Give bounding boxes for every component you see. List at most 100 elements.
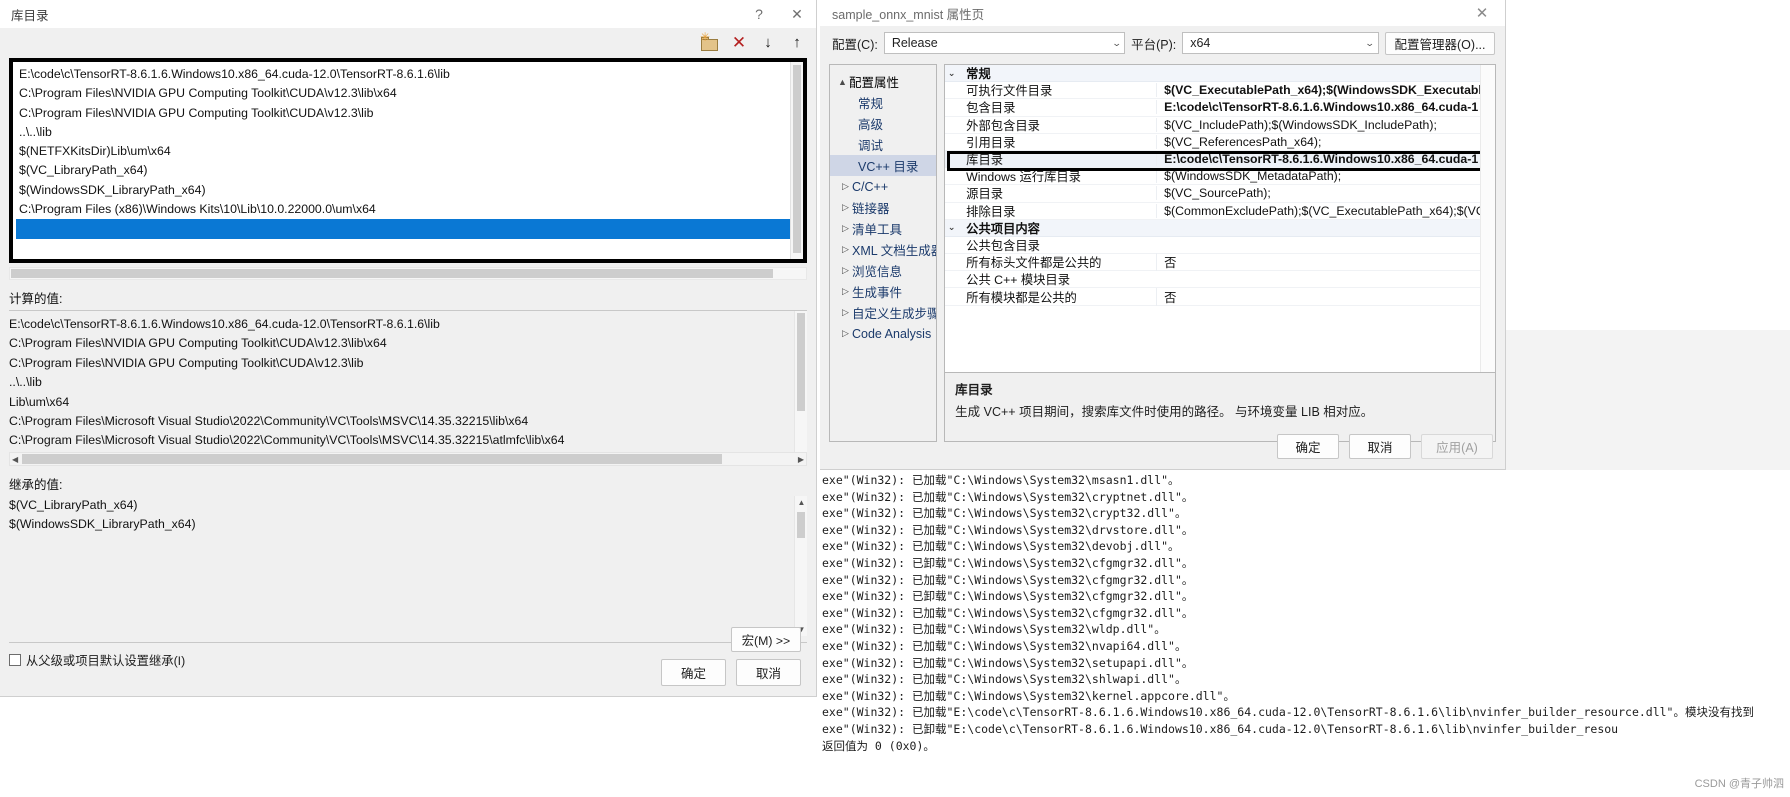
list-item[interactable]: C:\Program Files\NVIDIA GPU Computing To…	[16, 104, 803, 123]
list-item[interactable]: C:\Program Files\NVIDIA GPU Computing To…	[16, 84, 803, 103]
move-up-icon[interactable]: ↑	[787, 33, 807, 53]
tree-item-debugging[interactable]: 调试	[830, 134, 936, 155]
tree-item-advanced[interactable]: 高级	[830, 113, 936, 134]
console-line: exe"(Win32): 已加载"C:\Windows\System32\cry…	[822, 506, 1187, 521]
chevron-right-icon: ▷	[842, 223, 849, 233]
console-line: exe"(Win32): 已加载"C:\Windows\System32\wld…	[822, 622, 1166, 637]
tree-item-label: 生成事件	[852, 286, 903, 300]
debug-output-console[interactable]: exe"(Win32): 已加载"C:\Windows\System32\msa…	[820, 470, 1790, 797]
configuration-dropdown[interactable]: Release ⌄	[883, 32, 1126, 54]
tree-item-general[interactable]: 常规	[830, 92, 936, 113]
cancel-button[interactable]: 取消	[736, 659, 801, 686]
grid-row-public-include-directories[interactable]: 公共包含目录	[945, 237, 1495, 255]
grid-row-external-include-directories[interactable]: 外部包含目录 $(VC_IncludePath);$(WindowsSDK_In…	[945, 117, 1495, 134]
scrollbar-thumb[interactable]	[11, 269, 773, 278]
platform-dropdown[interactable]: x64 ⌄	[1182, 32, 1379, 54]
inherit-checkbox[interactable]	[9, 654, 21, 666]
tree-item-xml-doc-generator[interactable]: ▷ XML 文档生成器	[830, 239, 936, 260]
chevron-down-icon[interactable]: ⌄	[945, 222, 958, 233]
tree-item-configuration-properties[interactable]: ▲ 配置属性	[830, 71, 936, 92]
directories-listbox[interactable]: E:\code\c\TensorRT-8.6.1.6.Windows10.x86…	[9, 58, 807, 263]
grid-row-all-modules-public[interactable]: 所有模块都是公共的 否	[945, 287, 1495, 306]
grid-row-value: $(VC_ExecutablePath_x64);$(WindowsSDK_Ex…	[1156, 83, 1495, 98]
grid-row-reference-directories[interactable]: 引用目录 $(VC_ReferencesPath_x64);	[945, 134, 1495, 151]
computed-value-item: Lib\um\x64	[9, 394, 70, 409]
computed-horizontal-scrollbar[interactable]: ◀ ▶	[9, 452, 807, 466]
chevron-down-icon[interactable]: ⌄	[945, 68, 958, 79]
grid-row-name: 源目录	[966, 187, 1004, 202]
background-bottom-strip	[0, 697, 817, 797]
list-item[interactable]: $(VC_LibraryPath_x64)	[16, 161, 803, 180]
grid-row-source-directories[interactable]: 源目录 $(VC_SourcePath);	[945, 185, 1495, 203]
tree-item-vcpp-directories[interactable]: VC++ 目录	[830, 155, 937, 176]
grid-row-all-headers-public[interactable]: 所有标头文件都是公共的 否	[945, 253, 1495, 272]
grid-category-public-project-content[interactable]: ⌄ 公共项目内容	[945, 219, 1495, 237]
inherited-vertical-scrollbar[interactable]: ▲ ▼	[794, 496, 807, 636]
delete-icon[interactable]: ✕	[729, 33, 749, 53]
grid-row-include-directories[interactable]: 包含目录 E:\code\c\TensorRT-8.6.1.6.Windows1…	[945, 99, 1495, 117]
scroll-up-icon[interactable]: ▲	[797, 498, 806, 507]
new-folder-icon[interactable]: ✳	[700, 30, 720, 53]
close-icon[interactable]: ✕	[1467, 2, 1497, 24]
computed-values-list: E:\code\c\TensorRT-8.6.1.6.Windows10.x86…	[9, 311, 807, 452]
listbox-horizontal-scrollbar[interactable]	[9, 267, 807, 280]
grid-row-value: E:\code\c\TensorRT-8.6.1.6.Windows10.x86…	[1156, 100, 1495, 115]
tree-item-label: C/C++	[852, 179, 889, 194]
tree-item-label: 配置属性	[849, 76, 900, 90]
scrollbar-thumb[interactable]	[793, 65, 801, 253]
close-icon[interactable]: ✕	[778, 0, 816, 28]
ok-button[interactable]: 确定	[661, 659, 726, 686]
grid-row-windows-runtime-directories[interactable]: Windows 运行库目录 $(WindowsSDK_MetadataPath)…	[945, 168, 1495, 186]
background-strip-upper	[1500, 300, 1790, 330]
move-down-icon[interactable]: ↓	[758, 33, 778, 53]
cancel-button[interactable]: 取消	[1349, 434, 1411, 459]
property-grid[interactable]: ⌄ 常规 可执行文件目录 $(VC_ExecutablePath_x64);$(…	[944, 64, 1496, 373]
list-item-selected-empty[interactable]	[16, 219, 803, 239]
macros-button[interactable]: 宏(M) >>	[731, 627, 801, 652]
console-line: exe"(Win32): 已加载"C:\Windows\System32\msa…	[822, 473, 1180, 487]
grid-row-executable-directories[interactable]: 可执行文件目录 $(VC_ExecutablePath_x64);$(Windo…	[945, 82, 1495, 100]
tree-item-label: 链接器	[852, 202, 890, 216]
list-item[interactable]: $(NETFXKitsDir)Lib\um\x64	[16, 142, 803, 161]
scroll-right-icon[interactable]: ▶	[798, 455, 804, 464]
scroll-left-icon[interactable]: ◀	[12, 455, 18, 464]
platform-value: x64	[1190, 36, 1211, 50]
tree-item-manifest-tool[interactable]: ▷ 清单工具	[830, 218, 936, 239]
list-item[interactable]: $(WindowsSDK_LibraryPath_x64)	[16, 181, 803, 200]
tree-item-linker[interactable]: ▷ 链接器	[830, 197, 936, 218]
ok-button[interactable]: 确定	[1277, 434, 1339, 459]
apply-button[interactable]: 应用(A)	[1421, 434, 1493, 459]
tree-item-browse-information[interactable]: ▷ 浏览信息	[830, 260, 936, 281]
tree-item-code-analysis[interactable]: ▷ Code Analysis	[830, 323, 936, 344]
grid-row-value: $(WindowsSDK_MetadataPath);	[1156, 169, 1495, 184]
inherited-value-item: $(WindowsSDK_LibraryPath_x64)	[9, 517, 196, 532]
grid-row-exclude-directories[interactable]: 排除目录 $(CommonExcludePath);$(VC_Executabl…	[945, 203, 1495, 220]
grid-row-public-cpp-module-directories[interactable]: 公共 C++ 模块目录	[945, 271, 1495, 289]
help-icon[interactable]: ?	[740, 0, 778, 28]
list-item[interactable]: ..\..\lib	[16, 123, 803, 142]
inherit-checkbox-label: 从父级或项目默认设置继承(I)	[26, 654, 186, 668]
computed-value-item: C:\Program Files\NVIDIA GPU Computing To…	[9, 336, 387, 351]
tree-item-build-events[interactable]: ▷ 生成事件	[830, 281, 936, 302]
list-item[interactable]: C:\Program Files (x86)\Windows Kits\10\L…	[16, 200, 803, 219]
sparkle-shape: ✳	[700, 30, 711, 44]
grid-category-general[interactable]: ⌄ 常规	[945, 65, 1495, 83]
configuration-tree[interactable]: ▲ 配置属性 常规 高级 调试 VC++ 目录 ▷ C/C++ ▷ 链接器 ▷ …	[829, 64, 938, 442]
grid-row-library-directories[interactable]: 库目录 E:\code\c\TensorRT-8.6.1.6.Windows10…	[945, 150, 1495, 169]
tree-item-custom-build-step[interactable]: ▷ 自定义生成步骤	[830, 302, 936, 323]
property-pages-body: ▲ 配置属性 常规 高级 调试 VC++ 目录 ▷ C/C++ ▷ 链接器 ▷ …	[820, 60, 1505, 442]
property-grid-scrollbar[interactable]	[1480, 65, 1495, 372]
scrollbar-thumb[interactable]	[22, 454, 722, 464]
listbox-vertical-scrollbar[interactable]	[790, 62, 803, 259]
computed-vertical-scrollbar[interactable]	[794, 311, 807, 452]
list-item[interactable]: E:\code\c\TensorRT-8.6.1.6.Windows10.x86…	[16, 65, 803, 84]
computed-values-panel[interactable]: E:\code\c\TensorRT-8.6.1.6.Windows10.x86…	[9, 310, 807, 452]
directories-list[interactable]: E:\code\c\TensorRT-8.6.1.6.Windows10.x86…	[13, 62, 803, 239]
scrollbar-thumb[interactable]	[797, 313, 805, 411]
inherited-values-panel[interactable]: $(VC_LibraryPath_x64) $(WindowsSDK_Libra…	[9, 496, 807, 636]
configuration-manager-button[interactable]: 配置管理器(O)...	[1385, 31, 1495, 55]
grid-row-value: $(CommonExcludePath);$(VC_ExecutablePath…	[1156, 203, 1495, 218]
tree-item-c-cpp[interactable]: ▷ C/C++	[830, 176, 936, 197]
scrollbar-thumb[interactable]	[797, 512, 805, 538]
grid-row-value: 否	[1156, 253, 1495, 272]
